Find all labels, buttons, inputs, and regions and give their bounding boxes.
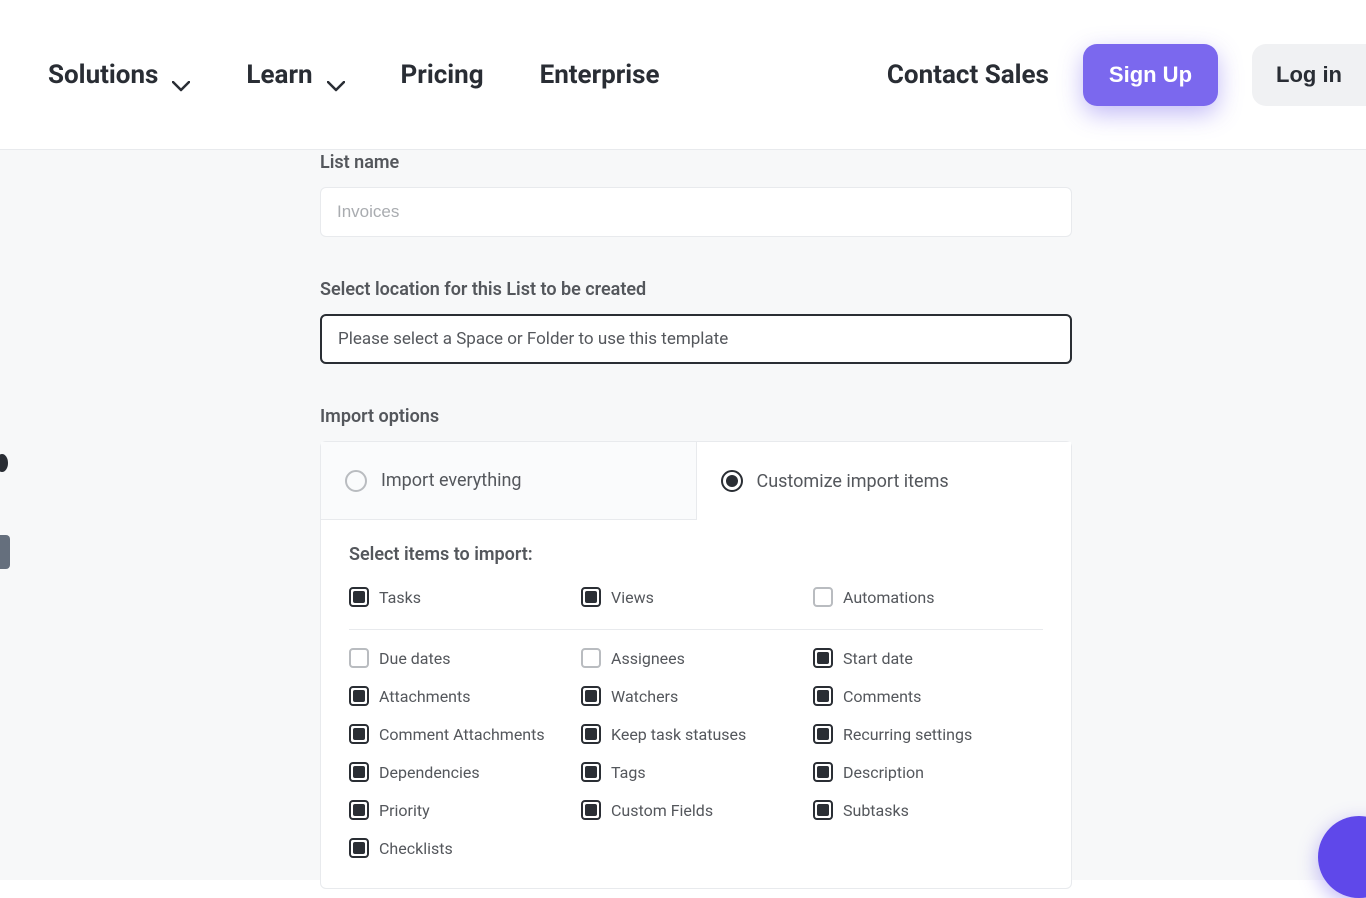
import-priority-label: Priority: [379, 801, 430, 820]
import-options-label: Import options: [320, 406, 1072, 427]
import-comments-checkbox[interactable]: Comments: [813, 686, 1045, 706]
import-views-checkbox[interactable]: Views: [581, 587, 813, 607]
select-items-label: Select items to import:: [349, 544, 1043, 565]
import-keep-task-statuses-label: Keep task statuses: [611, 725, 746, 744]
nav-right: Contact Sales Sign Up Log in: [887, 44, 1318, 106]
import-automations-label: Automations: [843, 588, 934, 607]
import-description-label: Description: [843, 763, 924, 782]
checkbox-unchecked-icon: [813, 587, 833, 607]
import-subtasks-checkbox[interactable]: Subtasks: [813, 800, 1045, 820]
checkbox-checked-icon: [349, 800, 369, 820]
content-area: List name Select location for this List …: [0, 150, 1366, 880]
checkbox-checked-icon: [813, 762, 833, 782]
nav-pricing-label: Pricing: [401, 60, 484, 90]
checkbox-checked-icon: [581, 800, 601, 820]
import-subtasks-label: Subtasks: [843, 801, 909, 820]
nav-learn-label: Learn: [246, 60, 312, 90]
import-tabs: Import everything Customize import items: [321, 442, 1071, 520]
left-edge-dot: [0, 454, 8, 472]
checkbox-checked-icon: [581, 686, 601, 706]
import-views-label: Views: [611, 588, 654, 607]
checkbox-checked-icon: [813, 648, 833, 668]
checkbox-checked-icon: [349, 838, 369, 858]
import-watchers-checkbox[interactable]: Watchers: [581, 686, 813, 706]
list-name-input[interactable]: [320, 187, 1072, 237]
left-edge-tab[interactable]: [0, 535, 10, 569]
nav-left: Solutions Learn Pricing Enterprise: [48, 60, 660, 90]
nav-contact-sales-label: Contact Sales: [887, 60, 1049, 90]
checkbox-checked-icon: [349, 686, 369, 706]
import-priority-checkbox[interactable]: Priority: [349, 800, 581, 820]
checkbox-checked-icon: [813, 686, 833, 706]
import-custom-fields-checkbox[interactable]: Custom Fields: [581, 800, 813, 820]
import-comment-attachments-label: Comment Attachments: [379, 725, 545, 744]
tab-import-everything[interactable]: Import everything: [321, 442, 697, 520]
import-assignees-label: Assignees: [611, 649, 685, 668]
import-checklists-label: Checklists: [379, 839, 453, 858]
checkbox-checked-icon: [349, 724, 369, 744]
import-checklists-checkbox[interactable]: Checklists: [349, 838, 581, 858]
location-select-placeholder: Please select a Space or Folder to use t…: [338, 329, 728, 349]
chat-bubble-button[interactable]: [1318, 816, 1366, 898]
login-button[interactable]: Log in: [1252, 44, 1366, 106]
import-keep-task-statuses-checkbox[interactable]: Keep task statuses: [581, 724, 813, 744]
tab-import-everything-label: Import everything: [381, 470, 522, 491]
import-watchers-label: Watchers: [611, 687, 678, 706]
import-top-row: Tasks Views Automations: [349, 587, 1043, 630]
checkbox-checked-icon: [813, 724, 833, 744]
import-automations-checkbox[interactable]: Automations: [813, 587, 1045, 607]
location-label: Select location for this List to be crea…: [320, 279, 1072, 300]
tab-customize-import[interactable]: Customize import items: [697, 442, 1072, 520]
checkbox-checked-icon: [581, 587, 601, 607]
import-assignees-checkbox[interactable]: Assignees: [581, 648, 813, 668]
checkbox-checked-icon: [349, 762, 369, 782]
tab-customize-import-label: Customize import items: [757, 471, 949, 492]
nav-learn[interactable]: Learn: [246, 60, 344, 90]
nav-solutions[interactable]: Solutions: [48, 60, 190, 90]
top-nav: Solutions Learn Pricing Enterprise Conta…: [0, 0, 1366, 150]
nav-enterprise-label: Enterprise: [540, 60, 660, 90]
import-comments-label: Comments: [843, 687, 921, 706]
chevron-down-icon: [327, 69, 345, 80]
import-options-panel: Import everything Customize import items…: [320, 441, 1072, 889]
import-recurring-settings-label: Recurring settings: [843, 725, 972, 744]
signup-button[interactable]: Sign Up: [1083, 44, 1218, 106]
import-panel-body: Select items to import: Tasks Views Automa…: [321, 520, 1071, 888]
checkbox-checked-icon: [581, 762, 601, 782]
import-due-dates-checkbox[interactable]: Due dates: [349, 648, 581, 668]
import-tags-label: Tags: [611, 763, 646, 782]
import-grid: Due dates Assignees Start date Attachments W…: [349, 648, 1043, 858]
import-recurring-settings-checkbox[interactable]: Recurring settings: [813, 724, 1045, 744]
import-tasks-checkbox[interactable]: Tasks: [349, 587, 581, 607]
list-name-label: List name: [320, 152, 1072, 173]
chevron-down-icon: [172, 69, 190, 80]
import-tasks-label: Tasks: [379, 588, 421, 607]
checkbox-unchecked-icon: [581, 648, 601, 668]
import-comment-attachments-checkbox[interactable]: Comment Attachments: [349, 724, 581, 744]
import-start-date-checkbox[interactable]: Start date: [813, 648, 1045, 668]
checkbox-checked-icon: [349, 587, 369, 607]
import-dependencies-checkbox[interactable]: Dependencies: [349, 762, 581, 782]
import-attachments-checkbox[interactable]: Attachments: [349, 686, 581, 706]
nav-contact-sales[interactable]: Contact Sales: [887, 60, 1049, 90]
import-due-dates-label: Due dates: [379, 649, 450, 668]
radio-unselected-icon: [345, 470, 367, 492]
location-select[interactable]: Please select a Space or Folder to use t…: [320, 314, 1072, 364]
checkbox-unchecked-icon: [349, 648, 369, 668]
nav-pricing[interactable]: Pricing: [401, 60, 484, 90]
import-custom-fields-label: Custom Fields: [611, 801, 713, 820]
import-attachments-label: Attachments: [379, 687, 471, 706]
import-dependencies-label: Dependencies: [379, 763, 480, 782]
import-tags-checkbox[interactable]: Tags: [581, 762, 813, 782]
nav-enterprise[interactable]: Enterprise: [540, 60, 660, 90]
import-description-checkbox[interactable]: Description: [813, 762, 1045, 782]
checkbox-checked-icon: [581, 724, 601, 744]
import-start-date-label: Start date: [843, 649, 913, 668]
checkbox-checked-icon: [813, 800, 833, 820]
nav-solutions-label: Solutions: [48, 60, 158, 90]
template-form: List name Select location for this List …: [320, 144, 1072, 889]
radio-selected-icon: [721, 470, 743, 492]
